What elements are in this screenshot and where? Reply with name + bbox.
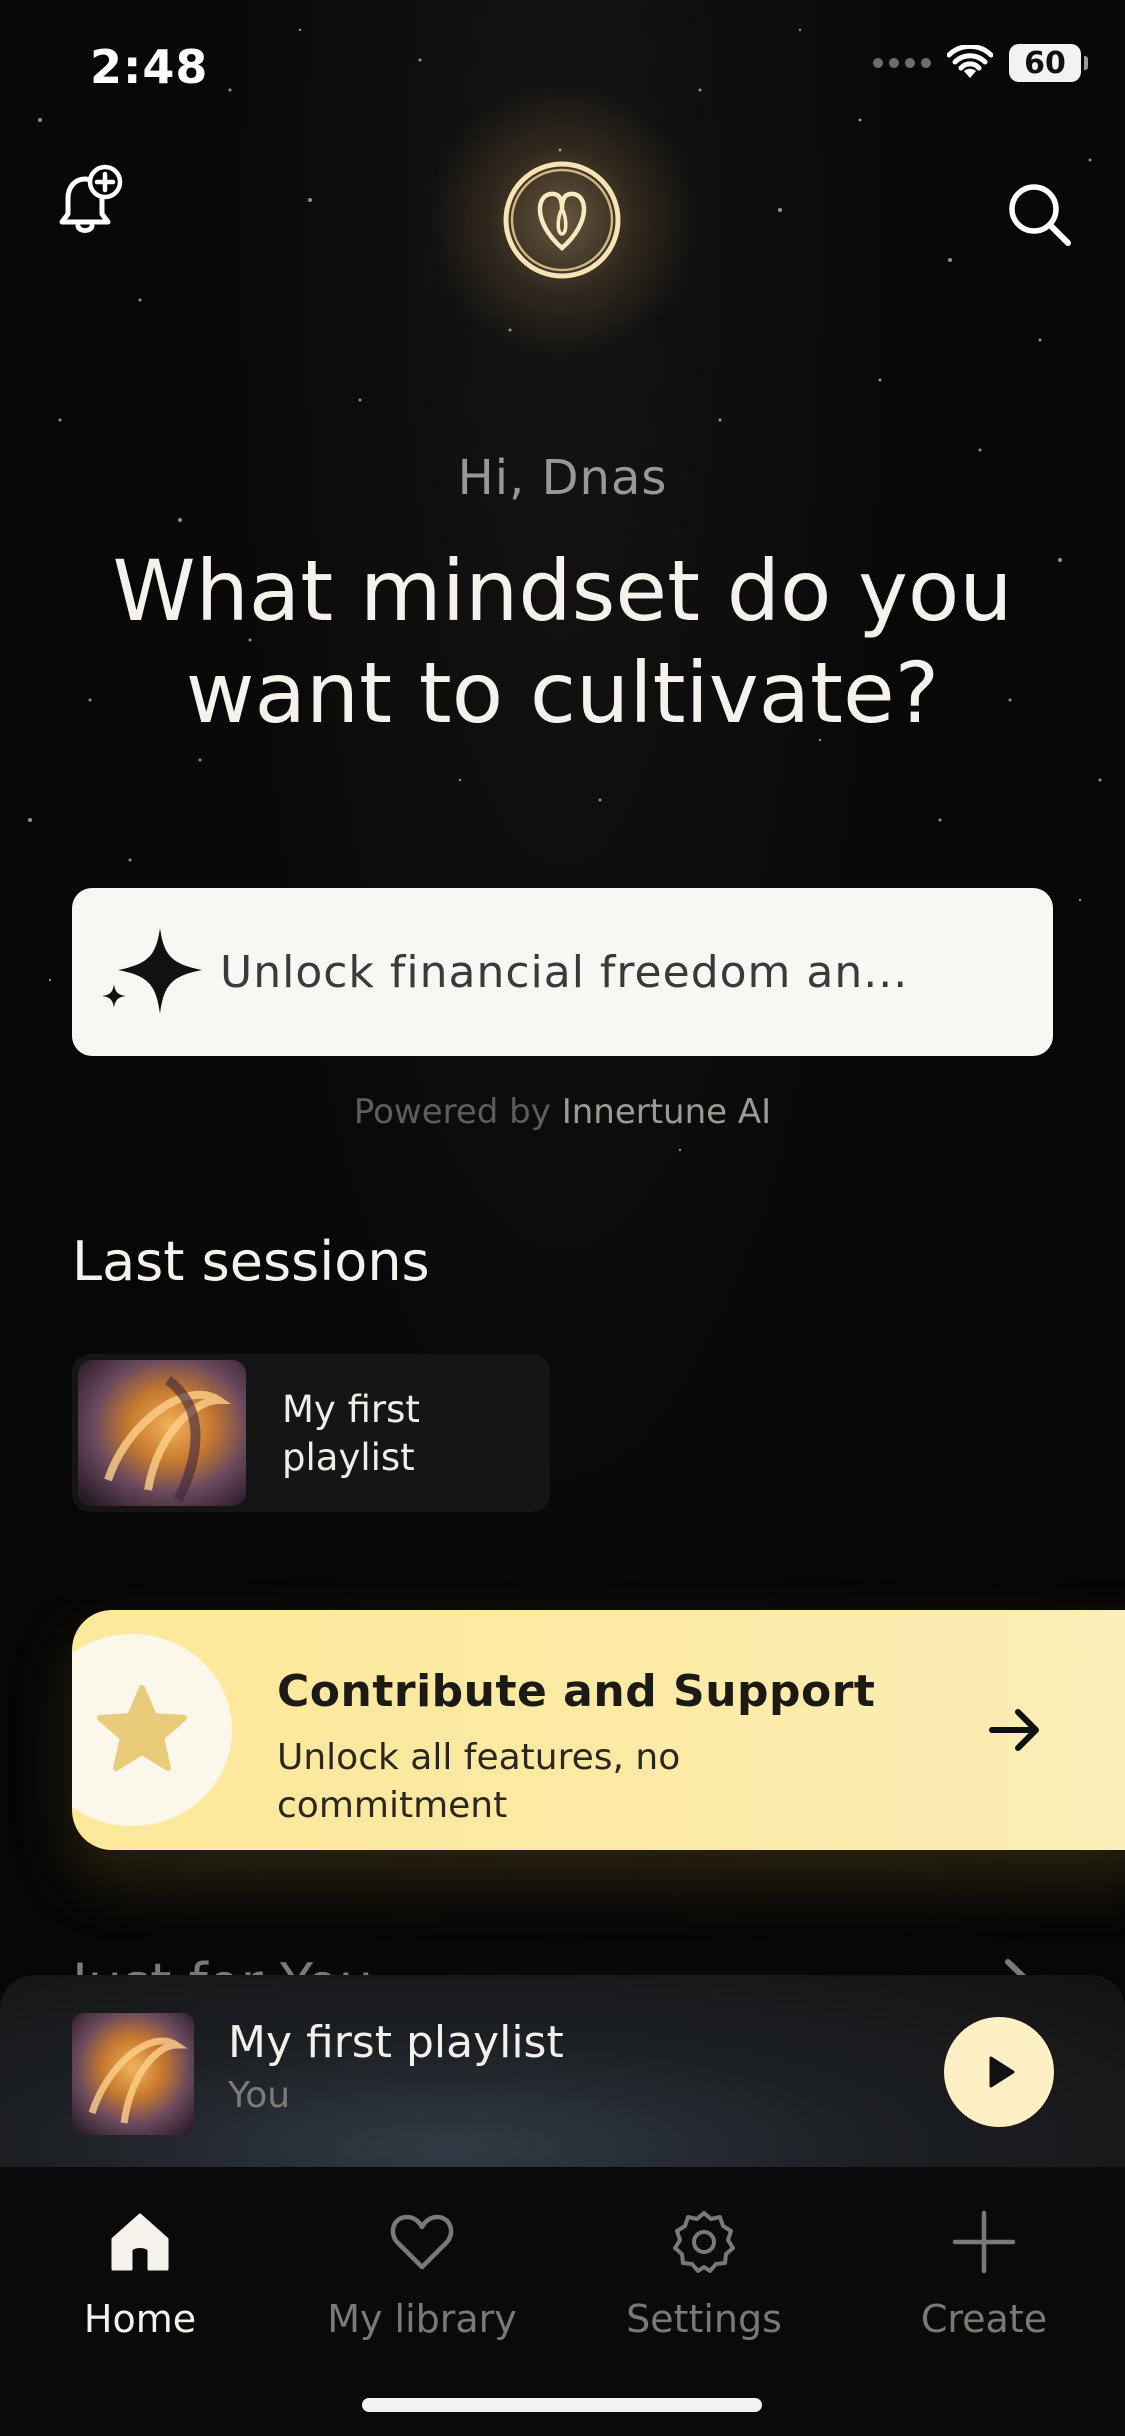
- tab-my-library-label: My library: [327, 2297, 517, 2341]
- now-playing-artwork: [72, 2013, 194, 2135]
- mini-player[interactable]: My first playlist You: [0, 1975, 1125, 2167]
- wifi-icon: [947, 45, 993, 78]
- page-headline: What mindset do you want to cultivate?: [112, 542, 1013, 742]
- home-icon: [111, 2213, 169, 2271]
- battery-icon: 60: [1009, 44, 1088, 82]
- last-sessions-title: Last sessions: [72, 1230, 430, 1293]
- tab-settings-label: Settings: [626, 2297, 782, 2341]
- play-icon: [989, 2056, 1015, 2088]
- bottom-tab-bar: Home My library Settings Create: [0, 2167, 1125, 2436]
- support-subtitle: Unlock all features, no commitment: [277, 1737, 681, 1826]
- notification-bell-add-icon[interactable]: [50, 160, 130, 240]
- support-title: Contribute and Support: [277, 1666, 876, 1717]
- powered-prefix: Powered by: [353, 1092, 551, 1132]
- now-playing-title: My first playlist: [228, 2017, 564, 2068]
- innertune-logo-icon[interactable]: [472, 130, 652, 310]
- status-time: 2:48: [90, 40, 209, 94]
- status-indicators: 60: [873, 44, 1088, 82]
- play-button[interactable]: [944, 2017, 1054, 2127]
- tab-home-label: Home: [83, 2297, 197, 2341]
- home-screen: 2:48 60 Hi, Dnas What mindset do you wan…: [0, 0, 1125, 2436]
- star-icon: [97, 1685, 187, 1771]
- powered-by-text: Powered by Innertune AI: [0, 1092, 1125, 1132]
- arrow-right-icon: [989, 1709, 1039, 1751]
- playlist-artwork: [78, 1360, 246, 1506]
- prompt-placeholder: Unlock financial freedom an...: [220, 946, 909, 998]
- sparkle-icon: [102, 928, 202, 1014]
- tab-create-label: Create: [920, 2297, 1048, 2341]
- tab-create[interactable]: Create: [864, 2207, 1104, 2341]
- greeting-text: Hi, Dnas: [457, 450, 668, 506]
- now-playing-artist: You: [228, 2075, 291, 2116]
- home-indicator: [362, 2398, 762, 2412]
- mindset-prompt-input[interactable]: Unlock financial freedom an...: [72, 888, 1053, 1056]
- heart-icon: [390, 2214, 454, 2270]
- search-icon[interactable]: [1000, 175, 1080, 255]
- powered-brand: Innertune AI: [561, 1092, 772, 1132]
- session-card[interactable]: My first playlist: [72, 1354, 550, 1512]
- contribute-support-banner[interactable]: Contribute and Support Unlock all featur…: [72, 1610, 1125, 1850]
- tab-home[interactable]: Home: [20, 2207, 260, 2341]
- tab-my-library[interactable]: My library: [302, 2207, 542, 2341]
- session-label: My first playlist: [282, 1388, 420, 1479]
- gear-icon: [673, 2211, 735, 2273]
- plus-icon: [952, 2210, 1016, 2274]
- cellular-signal-icon: [873, 58, 931, 68]
- tab-settings[interactable]: Settings: [584, 2207, 824, 2341]
